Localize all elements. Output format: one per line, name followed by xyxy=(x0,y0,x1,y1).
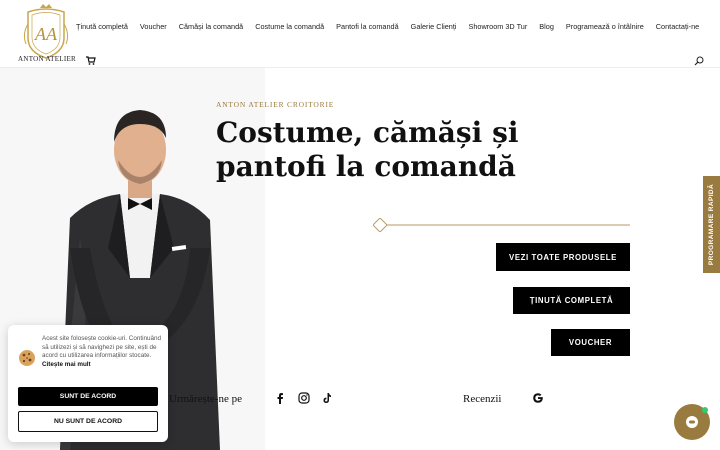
quick-booking-tab[interactable]: PROGRAMARE RAPIDĂ xyxy=(703,176,720,273)
nav-item-showroom[interactable]: Showroom 3D Tur xyxy=(468,22,527,31)
follow-us-label: Urmărește-ne pe xyxy=(169,393,242,405)
nav-item-costume[interactable]: Costume la comandă xyxy=(255,22,324,31)
nav-item-programare[interactable]: Programează o întâlnire xyxy=(566,22,644,31)
cookie-banner: Acest site folosește cookie-uri. Continu… xyxy=(8,325,168,442)
hero-headline: Costume, cămăși și pantofi la comandă xyxy=(216,116,536,184)
hero-headline-line-1: Costume, cămăși și xyxy=(216,116,519,149)
complete-outfit-button[interactable]: ȚINUTĂ COMPLETĂ xyxy=(513,287,630,314)
cookie-read-more-link[interactable]: Citește mai mult xyxy=(42,361,91,368)
main-nav: Ținută completă Voucher Cămăși la comand… xyxy=(76,22,699,31)
nav-item-contact[interactable]: Contactați-ne xyxy=(656,22,699,31)
voucher-button[interactable]: VOUCHER xyxy=(551,329,630,356)
google-icon[interactable] xyxy=(532,392,544,404)
page: AA ANTON ATELIER Ținută completă Voucher… xyxy=(0,0,720,450)
chat-icon xyxy=(686,416,698,428)
nav-item-voucher[interactable]: Voucher xyxy=(140,22,167,31)
quick-booking-label: PROGRAMARE RAPIDĂ xyxy=(708,183,716,266)
logo-text[interactable]: ANTON ATELIER xyxy=(18,55,76,63)
cookie-icon xyxy=(19,350,35,366)
facebook-icon[interactable] xyxy=(274,392,286,404)
search-icon[interactable] xyxy=(694,56,704,66)
nav-item-blog[interactable]: Blog xyxy=(539,22,554,31)
logo-monogram: AA xyxy=(34,24,58,44)
cookie-accept-button[interactable]: SUNT DE ACORD xyxy=(18,387,158,406)
hero-headline-line-2: pantofi la comandă xyxy=(216,150,516,183)
site-header: AA ANTON ATELIER Ținută completă Voucher… xyxy=(0,0,720,68)
instagram-icon[interactable] xyxy=(298,392,310,404)
view-all-products-button[interactable]: VEZI TOATE PRODUSELE xyxy=(496,243,630,271)
cookie-message-text: Acest site folosește cookie-uri. Continu… xyxy=(42,335,162,360)
hero-eyebrow: ANTON ATELIER CROITORIE xyxy=(216,100,335,109)
nav-item-galerie[interactable]: Galerie Clienți xyxy=(411,22,457,31)
tiktok-icon[interactable] xyxy=(321,392,333,404)
nav-item-camasi[interactable]: Cămăși la comandă xyxy=(179,22,244,31)
reviews-label: Recenzii xyxy=(463,393,502,405)
nav-item-tinuta[interactable]: Ținută completă xyxy=(76,22,128,31)
nav-item-pantofi[interactable]: Pantofi la comandă xyxy=(336,22,398,31)
decorative-divider xyxy=(373,218,630,232)
cookie-decline-button[interactable]: NU SUNT DE ACORD xyxy=(18,411,158,432)
online-status-dot xyxy=(702,407,708,413)
cookie-message: Acest site folosește cookie-uri. Continu… xyxy=(42,335,162,369)
cart-icon[interactable] xyxy=(86,56,96,65)
